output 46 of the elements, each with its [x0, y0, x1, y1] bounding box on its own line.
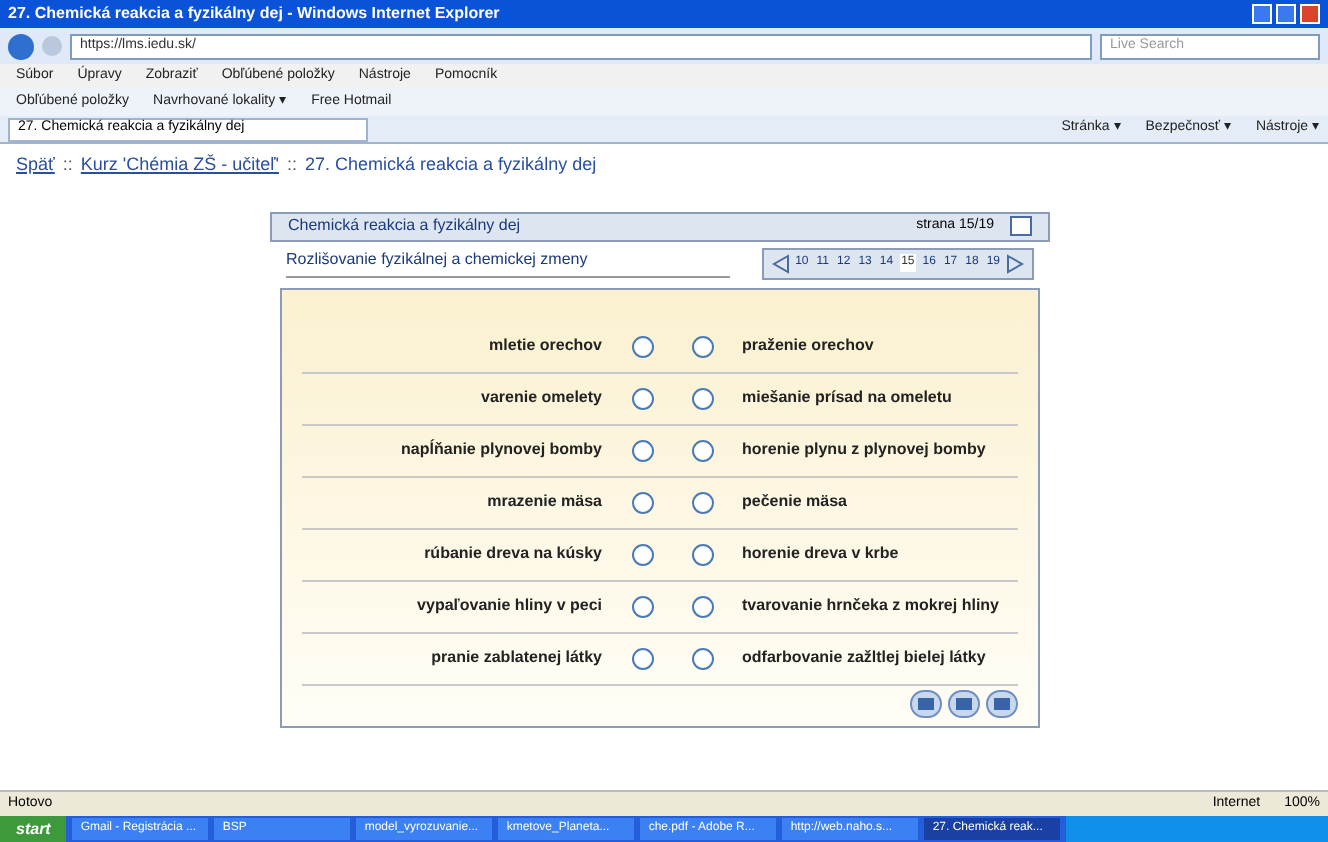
- radio-button[interactable]: [631, 491, 653, 513]
- panel-title: Chemická reakcia a fyzikálny dej: [288, 214, 523, 238]
- match-item: napĺňanie plynovej bomby: [401, 438, 602, 462]
- radio-button[interactable]: [691, 439, 713, 461]
- menu-button[interactable]: [1010, 216, 1032, 236]
- radio-button[interactable]: [691, 387, 713, 409]
- breadcrumb-link[interactable]: Späť: [16, 152, 55, 179]
- radio-button[interactable]: [631, 335, 653, 357]
- breadcrumb-link[interactable]: Kurz 'Chémia ZŠ - učiteľ': [80, 152, 279, 179]
- match-item: mletie orechov: [489, 334, 602, 358]
- match-item: varenie omelety: [481, 386, 602, 410]
- back-icon[interactable]: [8, 33, 34, 59]
- next-icon[interactable]: [1006, 253, 1024, 273]
- radio-button[interactable]: [691, 335, 713, 357]
- radio-button[interactable]: [631, 595, 653, 617]
- close-button[interactable]: [1300, 4, 1320, 24]
- radio-button[interactable]: [631, 439, 653, 461]
- radio-button[interactable]: [631, 387, 653, 409]
- match-item: pečenie mäsa: [742, 492, 847, 510]
- radio-button[interactable]: [691, 491, 713, 513]
- maximize-button[interactable]: [1276, 4, 1296, 24]
- match-item: pranie zablatenej látky: [431, 646, 602, 670]
- match-item: odfarbovanie zažltlej bielej látky: [742, 648, 986, 666]
- radio-button[interactable]: [631, 647, 653, 669]
- match-item: mrazenie mäsa: [487, 490, 602, 514]
- radio-button[interactable]: [631, 543, 653, 565]
- start-button[interactable]: start: [0, 816, 67, 842]
- radio-button[interactable]: [691, 543, 713, 565]
- action-button[interactable]: [986, 689, 1018, 717]
- window-title: 27. Chemická reakcia a fyzikálny dej - Windows Internet Explorer: [8, 2, 502, 26]
- match-item: praženie orechov: [742, 336, 874, 354]
- match-item: horenie dreva v krbe: [742, 544, 899, 562]
- action-button[interactable]: [910, 689, 942, 717]
- match-item: miešanie prísad na omeletu: [742, 388, 952, 406]
- action-button[interactable]: [948, 689, 980, 717]
- breadcrumb-separator: ::: [287, 152, 298, 178]
- previous-icon[interactable]: [771, 253, 790, 273]
- match-item: tvarovanie hrnčeka z mokrej hliny: [742, 596, 999, 614]
- match-item: vypaľovanie hliny v peci: [417, 594, 602, 618]
- minimize-button[interactable]: [1252, 4, 1272, 24]
- match-item: horenie plynu z plynovej bomby: [742, 440, 986, 458]
- radio-button[interactable]: [691, 595, 713, 617]
- radio-button[interactable]: [691, 647, 713, 669]
- panel-subtitle: Rozlišovanie fyzikálnej a chemickej zmeny: [286, 247, 730, 277]
- breadcrumb-separator: ::: [62, 152, 73, 178]
- match-item: rúbanie dreva na kúsky: [424, 542, 602, 566]
